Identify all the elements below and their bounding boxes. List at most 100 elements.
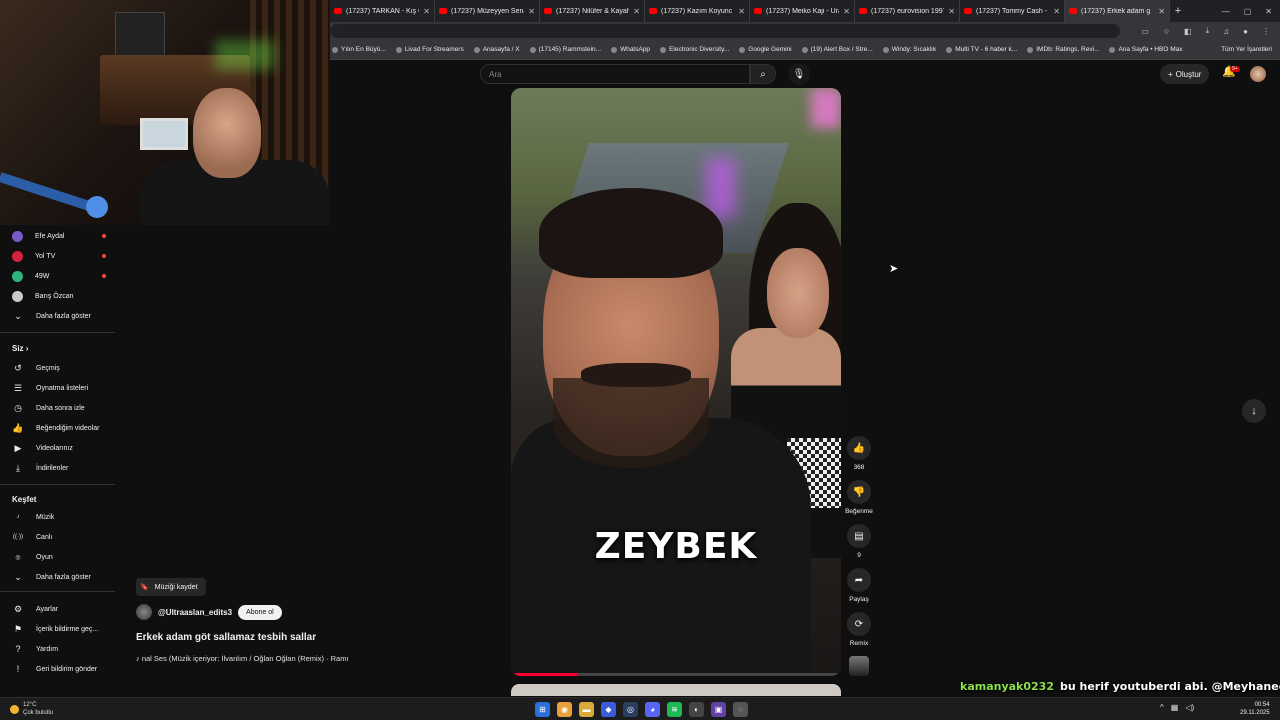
video-progress-bar[interactable] <box>511 673 841 676</box>
close-tab-icon[interactable]: ✕ <box>738 7 745 16</box>
close-tab-icon[interactable]: ✕ <box>528 7 535 16</box>
weather-widget[interactable]: 12°C Çok bulutlu <box>10 701 53 717</box>
download-icon[interactable]: ⤓ <box>1206 26 1210 36</box>
sidebar-item[interactable]: ◷ Daha sonra izle <box>12 400 112 416</box>
sidebar-item[interactable]: ◎ Oyun <box>12 549 112 565</box>
file-explorer-icon[interactable]: ▬ <box>579 702 594 717</box>
bookmark-item[interactable]: WhatsApp <box>611 46 650 53</box>
obs-icon[interactable]: ◐ <box>689 702 704 717</box>
bookmark-star-icon[interactable]: ☆ <box>1163 27 1170 36</box>
search-button[interactable]: ⌕ <box>750 64 776 84</box>
extensions-icon[interactable]: ◧ <box>1184 27 1192 36</box>
browser-tab[interactable]: (17237) Erkek adam g ✕ <box>1065 0 1170 22</box>
close-tab-icon[interactable]: ✕ <box>1158 7 1165 16</box>
next-video-button[interactable]: ↓ <box>1242 399 1266 423</box>
start-icon[interactable]: ⊞ <box>535 702 550 717</box>
video-title[interactable]: Erkek adam göt sallamaz tesbih sallar <box>136 632 316 643</box>
app-icon[interactable]: ◆ <box>601 702 616 717</box>
close-tab-icon[interactable]: ✕ <box>633 7 640 16</box>
sidebar-item[interactable]: ⚙ Ayarlar <box>12 601 112 617</box>
voice-search-button[interactable]: 🎙 <box>788 63 810 85</box>
sidebar-item[interactable]: ((·)) Canlı <box>12 529 112 545</box>
minimize-icon[interactable]: — <box>1222 7 1230 16</box>
volume-icon[interactable]: ◁) <box>1185 703 1194 712</box>
sidebar-item-subscription[interactable]: Yol TV <box>12 248 112 264</box>
sidebar-item[interactable]: ⤓ İndirilenler <box>12 460 112 476</box>
browser-tab[interactable]: (17237) Nilüfer & Kayahan ✕ <box>540 0 645 22</box>
url-field[interactable] <box>330 24 1120 38</box>
sidebar-item-show-more[interactable]: ⌄ Daha fazla göster <box>12 308 112 324</box>
sound-thumbnail[interactable] <box>849 656 869 676</box>
maximize-icon[interactable]: ▢ <box>1244 7 1252 16</box>
sidebar-item-subscription[interactable]: Barış Özcan <box>12 288 112 304</box>
sidebar-item-subscription[interactable]: Efe Aydal <box>12 228 112 244</box>
next-short-preview[interactable] <box>511 684 841 696</box>
network-icon[interactable]: ▦ <box>1171 703 1179 712</box>
channel-avatar[interactable] <box>136 604 152 620</box>
app-icon[interactable]: ◌ <box>733 702 748 717</box>
tray-arrow-icon[interactable]: ^ <box>1160 703 1164 712</box>
bookmark-item[interactable]: Windy: Sıcaklık <box>882 46 936 53</box>
close-tab-icon[interactable]: ✕ <box>423 7 430 16</box>
clock[interactable]: 00:54 29.11.2025 <box>1240 701 1270 717</box>
channel-name[interactable]: @Ultraaslan_edits3 <box>158 608 232 617</box>
sidebar-item[interactable]: ? Yardım <box>12 641 112 657</box>
browser-tab[interactable]: (17237) Kazım Koyunc ✕ <box>645 0 750 22</box>
shorts-player[interactable]: ZEYBEK <box>511 88 841 676</box>
cast-icon[interactable]: ▭ <box>1141 27 1149 36</box>
browser-tab[interactable]: (17237) Tommy Cash - Es ✕ <box>960 0 1065 22</box>
bookmark-item[interactable]: (19) Alert Box / Stre... <box>801 46 873 53</box>
all-bookmarks-button[interactable]: Tüm Yer İşaretleri <box>1221 46 1280 53</box>
bookmark-item[interactable]: Livad For Streamers <box>395 46 464 53</box>
menu-icon[interactable]: ⋮ <box>1262 27 1270 36</box>
browser-tab[interactable]: (17237) eurovision 1997 ✕ <box>855 0 960 22</box>
sidebar-item[interactable]: ↺ Geçmiş <box>12 360 112 376</box>
bookmark-item[interactable]: IMDb: Ratings, Revi... <box>1027 46 1099 53</box>
discord-icon[interactable]: ◕ <box>645 702 660 717</box>
chrome-icon[interactable]: ◉ <box>557 702 572 717</box>
steam-icon[interactable]: ◎ <box>623 702 638 717</box>
sidebar-item[interactable]: ⚑ İçerik bildirme geç... <box>12 621 112 637</box>
bookmark-item[interactable]: Multi TV - 6 haber k... <box>946 46 1017 53</box>
sidebar-heading-you[interactable]: Siz › <box>12 344 28 353</box>
new-tab-button[interactable]: + <box>1170 5 1186 17</box>
close-tab-icon[interactable]: ✕ <box>1053 7 1060 16</box>
sidebar-item[interactable]: ! Geri bildirim gönder <box>12 661 112 677</box>
close-tab-icon[interactable]: ✕ <box>948 7 955 16</box>
bookmark-item[interactable]: Google Gemini <box>739 46 792 53</box>
media-control-icon[interactable]: ♫ <box>1223 27 1229 36</box>
bookmark-item[interactable]: Electronic Diversity... <box>660 46 729 53</box>
sidebar-item-subscription[interactable]: 49W <box>12 268 112 284</box>
like-button[interactable]: 👍 368 <box>843 436 875 471</box>
dislike-button[interactable]: 👎 Beğenme <box>843 480 875 515</box>
all-bookmarks-label: Tüm Yer İşaretleri <box>1221 46 1272 53</box>
sidebar-item-label: Barış Özcan <box>35 292 74 300</box>
sidebar-item[interactable]: ▶ Videolarınız <box>12 440 112 456</box>
sidebar-item[interactable]: ♪ Müzik <box>12 509 112 525</box>
bookmark-item[interactable]: Ana Sayfa • HBO Max <box>1109 46 1183 53</box>
sidebar-item[interactable]: ☰ Oynatma listeleri <box>12 380 112 396</box>
music-info[interactable]: ♪ nal Ses (Müzik içeriyor: İlvanlım / Oğ… <box>136 654 349 663</box>
share-button[interactable]: ➦ Paylaş <box>843 568 875 603</box>
remix-button[interactable]: ⟳ Remix <box>843 612 875 647</box>
close-window-icon[interactable]: ✕ <box>1265 7 1272 16</box>
avatar[interactable] <box>1250 66 1266 82</box>
subscribe-button[interactable]: Abone ol <box>238 604 282 620</box>
comments-button[interactable]: ▤ 9 <box>843 524 875 559</box>
create-button[interactable]: + Oluştur <box>1160 64 1210 84</box>
browser-tab[interactable]: (17237) Müzeyyen Senar ✕ <box>435 0 540 22</box>
sidebar-item[interactable]: 👍 Beğendiğim videolar <box>12 420 112 436</box>
profile-icon[interactable]: ● <box>1243 27 1248 36</box>
save-music-button[interactable]: 🔖 Müziği kaydet <box>136 578 206 596</box>
bookmark-item[interactable]: (17145) Rammstein... <box>529 46 601 53</box>
sidebar-item-show-more[interactable]: ⌄ Daha fazla göster <box>12 569 112 585</box>
sidebar-heading-explore[interactable]: Keşfet <box>12 495 36 504</box>
spotify-icon[interactable]: ≋ <box>667 702 682 717</box>
bookmark-item[interactable]: Yılın En Büyü... <box>332 46 386 53</box>
twitch-icon[interactable]: ▣ <box>711 702 726 717</box>
close-tab-icon[interactable]: ✕ <box>843 7 850 16</box>
browser-tab[interactable]: (17237) TARKAN - Kış Gü ✕ <box>330 0 435 22</box>
browser-tab[interactable]: (17237) Meiko Kaji - Ura ✕ <box>750 0 855 22</box>
search-input[interactable]: Ara <box>480 64 750 84</box>
bookmark-item[interactable]: Anasayfa / X <box>473 46 520 53</box>
